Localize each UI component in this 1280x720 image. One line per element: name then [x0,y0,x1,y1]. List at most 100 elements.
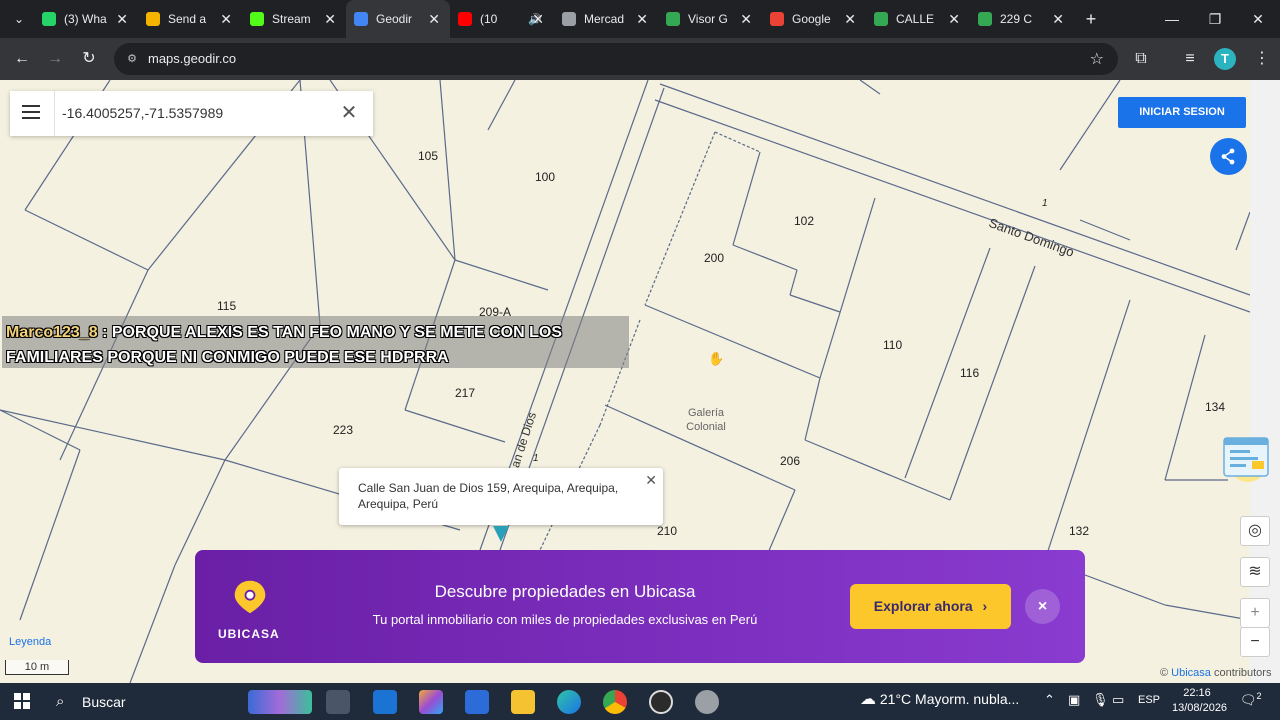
obs-icon[interactable] [649,690,673,714]
taskbar-search[interactable]: ⌕ Buscar [48,686,238,718]
microphone-icon[interactable]: 🎙 [1092,692,1109,708]
browser-tab[interactable]: 229 C ✕ [970,0,1074,38]
profile-avatar[interactable]: T [1214,48,1236,70]
tab-list: (3) Wha ✕ Send a ✕ Stream ✕ Geodir ✕ (10 🔊 ✕ Mercad… [34,0,1074,38]
browser-tab[interactable]: Send a ✕ [138,0,242,38]
tab-title: (3) Wha [64,12,107,26]
browser-tab[interactable]: Google ✕ [762,0,866,38]
browser-tab[interactable]: Visor G ✕ [658,0,762,38]
new-tab-button[interactable]: + [1080,8,1102,30]
attribution-link[interactable]: Ubicasa [1171,667,1211,679]
tab-close-icon[interactable]: ✕ [636,11,648,28]
tab-title: Geodir [376,12,413,26]
clock-date: 13/08/2026 [1172,702,1228,714]
lot-number: 105 [418,149,439,163]
tab-close-icon[interactable]: ✕ [324,11,336,28]
store-icon[interactable] [465,690,489,714]
whatsapp-icon [42,12,56,26]
tray-chevron-icon[interactable]: ⌃ [1044,692,1055,708]
weather-widget[interactable]: ☁ 21°C Mayorm. nubla... [860,689,1019,709]
banner-title: Descubre propiedades en Ubicasa [434,582,696,601]
close-window-button[interactable]: ✕ [1238,6,1278,32]
lot-number: 116 [960,366,980,380]
app-icon[interactable] [695,690,719,714]
maximize-button[interactable]: ❐ [1195,6,1235,32]
tab-close-icon[interactable]: ✕ [428,11,440,28]
tab-close-icon[interactable]: ✕ [220,11,232,28]
login-button[interactable]: INICIAR SESION [1118,97,1246,128]
task-view-icon[interactable] [326,690,350,714]
tab-close-icon[interactable]: ✕ [740,11,752,28]
back-button[interactable]: ← [10,47,34,71]
tab-close-icon[interactable]: ✕ [532,11,544,28]
map-attribution: © Ubicasa contributors [1160,667,1272,679]
tab-title: Google [792,12,831,26]
network-icon[interactable]: ▭ [1112,692,1124,708]
windows-start-icon[interactable] [14,693,30,709]
locate-me-button[interactable]: ◎ [1240,516,1270,546]
tab-title: 229 C [1000,12,1033,26]
location-marker-icon[interactable] [492,526,510,544]
legend-link[interactable]: Leyenda [9,636,51,648]
reload-button[interactable]: ↻ [77,47,101,71]
search-highlight-icon[interactable] [248,690,312,714]
menu-icon[interactable] [22,105,40,121]
taskbar-clock[interactable]: 22:16 13/08/2026 [1172,686,1228,716]
lot-number: 102 [794,214,815,228]
clear-search-icon[interactable]: ✕ [340,103,358,123]
outlook-icon[interactable] [373,690,397,714]
cta-label: Explorar ahora [873,598,973,614]
notifications-count: 2 [1256,691,1262,701]
taskbar-search-label: Buscar [82,694,126,710]
share-button[interactable] [1210,138,1247,175]
map-pin-icon [354,12,368,26]
tab-close-icon[interactable]: ✕ [116,11,128,28]
banner-close-button[interactable]: × [1025,589,1060,624]
tab-search-button[interactable]: ⌄ [8,8,30,30]
chatbot-icon[interactable] [1222,434,1270,486]
tab-close-icon[interactable]: ✕ [948,11,960,28]
search-icon: ⌕ [56,693,65,710]
chat-message-line1: : PORQUE ALEXIS ES TAN FEO MANO Y SE MET… [102,324,562,341]
media-control-icon[interactable]: ≡ [1178,47,1202,71]
file-explorer-icon[interactable] [511,690,535,714]
explore-now-button[interactable]: Explorar ahora › [850,584,1011,629]
browser-tab[interactable]: CALLE ✕ [866,0,970,38]
copilot-icon[interactable] [419,690,443,714]
map-search-box: ✕ [10,91,373,136]
browser-menu-button[interactable]: ⋮ [1250,47,1274,71]
edge-icon[interactable] [557,690,581,714]
notifications-icon[interactable]: 🗨2 [1240,691,1262,708]
popup-close-icon[interactable]: ✕ [645,472,657,489]
browser-tab[interactable]: Mercad ✕ [554,0,658,38]
browser-tab[interactable]: Geodir ✕ [346,0,450,38]
tab-close-icon[interactable]: ✕ [1052,11,1064,28]
address-popup: Calle San Juan de Dios 159, Arequipa, Ar… [339,468,663,525]
zoom-out-button[interactable]: − [1240,627,1270,657]
coordinates-search-input[interactable] [62,101,332,125]
house-number: 1 [1042,198,1048,209]
page-scrollbar[interactable] [1250,80,1280,683]
zoom-in-button[interactable]: + [1240,598,1270,628]
chrome-icon[interactable] [603,690,627,714]
extensions-icon[interactable]: ⧉ [1129,47,1153,71]
address-bar[interactable]: ⚙ maps.geodir.co ☆ [114,43,1118,75]
browser-tab[interactable]: Stream ✕ [242,0,346,38]
forward-button[interactable]: → [43,47,67,71]
clock-time: 22:16 [1183,687,1211,699]
browser-tab[interactable]: (3) Wha ✕ [34,0,138,38]
browser-tab[interactable]: (10 🔊 ✕ [450,0,554,38]
chevron-right-icon: › [982,598,988,614]
minimize-button[interactable]: — [1152,6,1192,32]
ubicasa-logo-icon [234,580,266,614]
tray-app-icon[interactable]: ▣ [1068,692,1080,708]
lot-number: 223 [333,423,354,437]
layers-button[interactable]: ≋ [1240,557,1270,587]
tab-close-icon[interactable]: ✕ [844,11,856,28]
site-info-icon[interactable]: ⚙ [124,51,140,67]
lot-number: 115 [217,299,237,313]
bookmark-star-icon[interactable]: ☆ [1090,49,1104,69]
language-indicator[interactable]: ESP [1138,694,1160,706]
screen: ⌄ (3) Wha ✕ Send a ✕ Stream ✕ Geodir ✕ (10 🔊 ✕ Merc… [0,0,1280,720]
chat-message-line2: FAMILIARES PORQUE NI CONMIGO PUEDE ESE H… [6,349,449,366]
